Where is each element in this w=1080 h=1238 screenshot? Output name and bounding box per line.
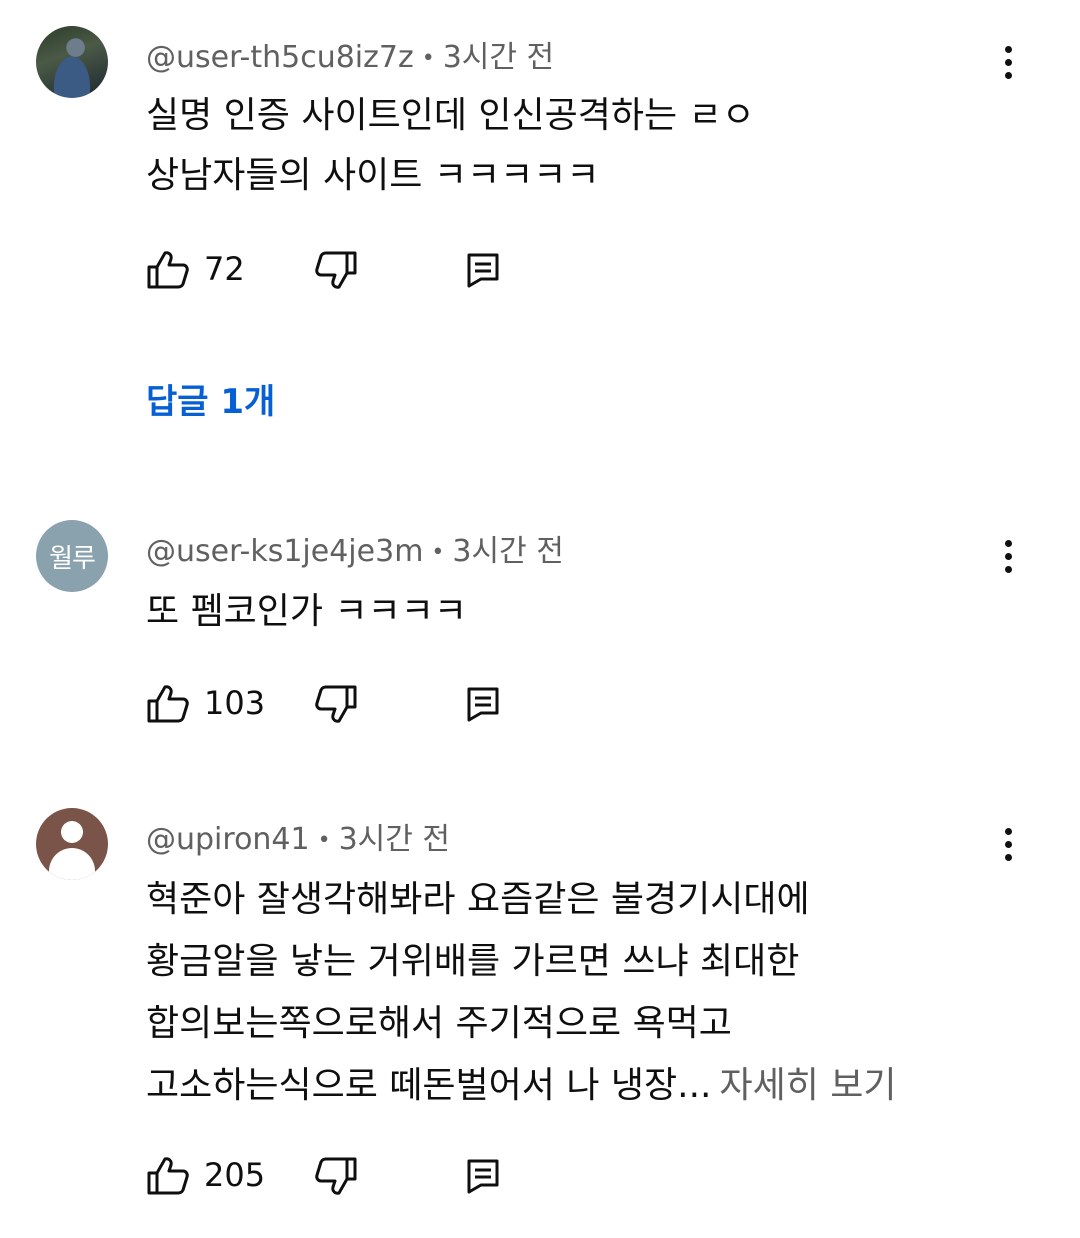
author-name[interactable]: @user-th5cu8iz7z xyxy=(146,40,414,75)
reply-icon[interactable] xyxy=(466,252,500,292)
separator-dot: • xyxy=(317,828,331,853)
comment-text-line: 고소하는식으로 떼돈벌어서 나 냉장... 자세히 보기 xyxy=(146,1056,897,1108)
comment-text-line: 황금알을 낳는 거위배를 가르면 쓰냐 최대한 xyxy=(146,941,800,982)
replies-toggle[interactable]: 답글 1개 xyxy=(146,374,275,423)
reply-icon[interactable] xyxy=(466,686,500,726)
like-count: 72 xyxy=(204,250,245,288)
comment-text-line: 상남자들의 사이트 ㅋㅋㅋㅋㅋ xyxy=(146,155,600,196)
more-vert-icon[interactable] xyxy=(996,824,1020,864)
separator-dot: • xyxy=(431,540,445,565)
comment-actions: 72 xyxy=(146,248,546,292)
comment-meta: @user-th5cu8iz7z • 3시간 전 xyxy=(146,32,554,76)
comment-text-line: 혁준아 잘생각해봐라 요즘같은 불경기시대에 xyxy=(146,879,810,920)
comment-text-line: 합의보는쪽으로해서 주기적으로 욕먹고 xyxy=(146,1003,732,1044)
thumb-up-icon[interactable] xyxy=(146,250,190,294)
thumb-down-icon[interactable] xyxy=(314,684,358,728)
author-name[interactable]: @upiron41 xyxy=(146,822,310,857)
default-avatar-icon xyxy=(61,821,83,843)
separator-dot: • xyxy=(421,46,435,71)
reply-icon[interactable] xyxy=(466,1158,500,1198)
thumb-down-icon[interactable] xyxy=(314,250,358,294)
read-more-link[interactable]: 자세히 보기 xyxy=(719,1065,896,1106)
comment-meta: @user-ks1je4je3m • 3시간 전 xyxy=(146,526,564,570)
comment-meta: @upiron41 • 3시간 전 xyxy=(146,814,450,858)
comment-text-truncated: 고소하는식으로 떼돈벌어서 나 냉장... xyxy=(146,1065,712,1106)
comment-actions: 205 xyxy=(146,1154,546,1198)
thumb-up-icon[interactable] xyxy=(146,684,190,728)
timestamp: 3시간 전 xyxy=(442,40,555,75)
thumb-up-icon[interactable] xyxy=(146,1156,190,1200)
comment-text-line: 실명 인증 사이트인데 인신공격하는 ㄹㅇ xyxy=(146,95,755,136)
comment-actions: 103 xyxy=(146,682,546,726)
timestamp: 3시간 전 xyxy=(452,534,564,569)
more-vert-icon[interactable] xyxy=(996,536,1020,576)
avatar[interactable] xyxy=(36,26,108,98)
comment-text-line: 또 펨코인가 ㅋㅋㅋㅋ xyxy=(146,591,467,632)
more-vert-icon[interactable] xyxy=(996,42,1020,82)
like-count: 103 xyxy=(204,684,266,722)
like-count: 205 xyxy=(204,1156,266,1194)
author-name[interactable]: @user-ks1je4je3m xyxy=(146,534,423,569)
avatar[interactable] xyxy=(36,808,108,880)
timestamp: 3시간 전 xyxy=(338,822,451,857)
thumb-down-icon[interactable] xyxy=(314,1156,358,1200)
avatar[interactable]: 월루 xyxy=(36,520,108,592)
